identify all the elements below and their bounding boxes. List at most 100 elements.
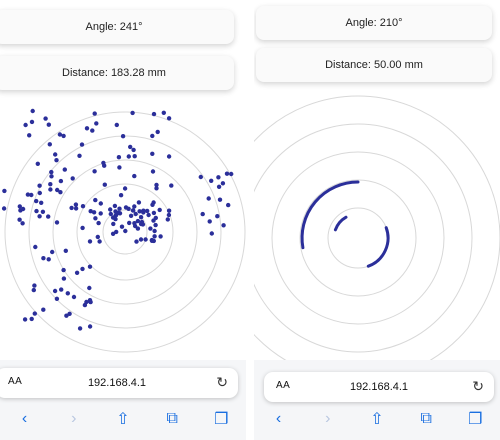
radar-point: [77, 326, 83, 331]
radar-point: [132, 154, 137, 159]
radar-point: [132, 173, 137, 179]
radar-point: [40, 209, 46, 214]
radar-point: [54, 158, 59, 163]
radar-point: [141, 208, 146, 213]
forward-icon[interactable]: ›: [61, 410, 87, 428]
radar-point: [117, 165, 122, 170]
radar-point: [41, 307, 46, 312]
radar-point: [52, 288, 58, 294]
radar-point: [74, 270, 80, 275]
radar-point: [200, 211, 205, 217]
radar-point: [33, 244, 38, 250]
radar-point: [209, 231, 214, 236]
radar-point: [32, 283, 37, 288]
browser-toolbar: ‹ › ⇧ ⧉ ❐: [254, 398, 500, 440]
screenshot-divider: [246, 0, 254, 440]
radar-point: [61, 133, 66, 139]
radar-point: [114, 229, 119, 235]
radar-point: [65, 291, 71, 296]
bookmarks-icon[interactable]: ⧉: [159, 410, 185, 428]
radar-point: [79, 142, 85, 147]
radar-point: [166, 212, 172, 218]
radar-point: [63, 248, 68, 253]
radar-point: [64, 313, 69, 318]
radar-point: [108, 211, 114, 217]
address-text: 192.168.4.1: [349, 381, 409, 393]
radar-point: [1, 206, 7, 211]
radar-arc: [366, 226, 390, 268]
radar-point: [123, 228, 128, 234]
radar-point: [27, 133, 32, 138]
radar-point: [77, 153, 82, 158]
share-icon[interactable]: ⇧: [110, 409, 136, 429]
radar-point: [226, 202, 231, 208]
tabs-icon[interactable]: ❐: [208, 409, 234, 429]
radar-point: [59, 287, 64, 292]
radar-point: [29, 192, 34, 198]
radar-point: [148, 226, 153, 231]
radar-point: [116, 155, 122, 160]
radar-point: [47, 142, 52, 147]
radar-point: [82, 302, 88, 308]
radar-point: [61, 276, 67, 281]
radar-point: [108, 207, 113, 212]
radar-point: [224, 171, 230, 176]
radar-point: [102, 182, 108, 187]
radar-point: [80, 225, 85, 231]
radar-point: [150, 151, 155, 156]
radar-point: [111, 221, 116, 227]
radar-point: [54, 220, 60, 225]
radar-point: [136, 200, 142, 205]
radar-plot: [254, 95, 500, 360]
radar-point: [207, 219, 212, 224]
radar-point: [48, 187, 53, 192]
radar-point: [152, 234, 157, 239]
radar-point: [30, 108, 35, 114]
radar-point: [87, 324, 93, 329]
radar-point: [157, 207, 162, 213]
radar-point: [17, 204, 22, 209]
radar-point: [31, 287, 36, 293]
share-icon[interactable]: ⇧: [364, 409, 390, 429]
bookmarks-icon[interactable]: ⧉: [413, 410, 439, 428]
radar-ring: [254, 95, 500, 360]
radar-point: [112, 203, 118, 209]
address-bar[interactable]: AA 192.168.4.1 ↻: [0, 368, 238, 398]
radar-point: [138, 237, 144, 242]
text-size-button[interactable]: AA: [276, 380, 290, 391]
radar-point: [29, 316, 34, 322]
radar-ring: [271, 151, 445, 325]
text-size-button[interactable]: AA: [8, 376, 22, 387]
radar-points: [1, 108, 234, 331]
radar-point: [58, 190, 63, 195]
radar-point: [143, 237, 148, 242]
radar-point: [145, 208, 150, 214]
radar-point: [158, 234, 163, 239]
radar-point: [215, 214, 220, 219]
radar-point: [133, 211, 138, 217]
radar-point: [206, 196, 211, 201]
radar-point: [49, 174, 54, 179]
radar-point: [132, 204, 137, 209]
back-icon[interactable]: ‹: [12, 410, 38, 428]
back-icon[interactable]: ‹: [266, 410, 292, 428]
radar-point: [154, 186, 159, 191]
radar-point: [216, 175, 221, 180]
radar-point: [94, 121, 99, 126]
radar-point: [95, 234, 101, 240]
radar-point: [17, 217, 22, 222]
reload-icon[interactable]: ↻: [472, 378, 484, 395]
tabs-icon[interactable]: ❐: [462, 409, 488, 429]
radar-point: [150, 133, 155, 139]
radar-point: [132, 221, 137, 226]
radar-point: [217, 197, 223, 202]
radar-point: [151, 111, 157, 117]
reload-icon[interactable]: ↻: [216, 374, 228, 391]
radar-point: [93, 216, 98, 221]
radar-point: [90, 128, 95, 133]
radar-point: [73, 206, 79, 211]
forward-icon[interactable]: ›: [315, 410, 341, 428]
radar-point: [71, 294, 77, 300]
radar-point: [209, 178, 214, 183]
radar-point: [126, 206, 131, 211]
